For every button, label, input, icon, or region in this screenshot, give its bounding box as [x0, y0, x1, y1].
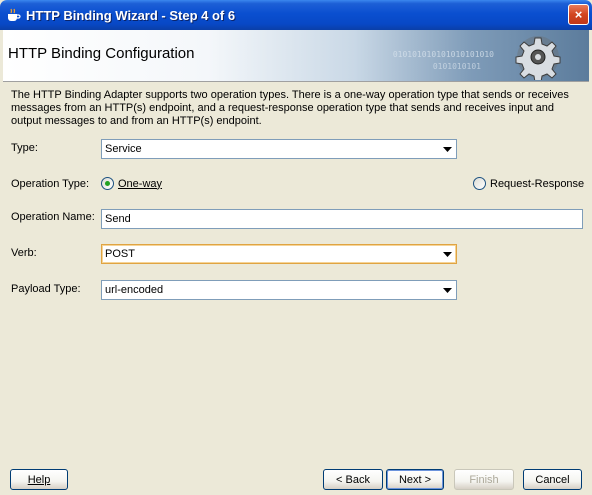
payload-type-label: Payload Type:	[11, 283, 81, 295]
chevron-down-icon	[439, 140, 456, 158]
window-title: HTTP Binding Wizard - Step 4 of 6	[26, 7, 236, 23]
next-button-label: Next >	[398, 473, 432, 486]
request-response-radio-label: Request-Response	[490, 177, 585, 190]
payload-type-select-value: url-encoded	[105, 284, 164, 296]
operation-name-field[interactable]: Send	[101, 209, 583, 229]
help-button[interactable]: Help	[10, 469, 68, 490]
header-banner: HTTP Binding Configuration 0101010101010…	[3, 30, 589, 82]
form-panel: The HTTP Binding Adapter supports two op…	[3, 83, 589, 463]
binary-decoration-2: 0101010101	[432, 62, 481, 71]
title-bar: HTTP Binding Wizard - Step 4 of 6 ×	[0, 0, 592, 30]
verb-select-value: POST	[105, 248, 135, 260]
close-button[interactable]: ×	[568, 4, 589, 25]
close-icon: ×	[574, 7, 583, 22]
radio-indicator-selected	[101, 177, 114, 190]
operation-type-label: Operation Type:	[11, 178, 90, 190]
description-text: The HTTP Binding Adapter supports two op…	[11, 89, 569, 127]
radio-indicator	[473, 177, 486, 190]
help-button-label: Help	[27, 473, 51, 486]
verb-select[interactable]: POST	[101, 244, 457, 264]
chevron-down-icon	[439, 281, 456, 299]
cancel-button-label: Cancel	[535, 473, 570, 486]
type-select-value: Service	[105, 143, 142, 155]
cancel-button[interactable]: Cancel	[523, 469, 582, 490]
request-response-radio[interactable]: Request-Response	[473, 177, 584, 190]
next-button[interactable]: Next >	[386, 469, 444, 490]
back-button[interactable]: < Back	[323, 469, 383, 490]
type-select[interactable]: Service	[101, 139, 457, 159]
finish-button-label: Finish	[469, 473, 499, 486]
chevron-down-icon	[439, 245, 456, 263]
verb-label: Verb:	[11, 247, 37, 259]
coffee-cup-icon	[8, 8, 21, 21]
one-way-radio[interactable]: One-way	[101, 177, 162, 190]
page-title: HTTP Binding Configuration	[8, 45, 195, 62]
operation-name-label: Operation Name:	[11, 211, 95, 223]
one-way-radio-label: One-way	[118, 177, 163, 190]
back-button-label: < Back	[336, 473, 370, 486]
type-label: Type:	[11, 142, 38, 154]
payload-type-select[interactable]: url-encoded	[101, 280, 457, 300]
gear-icon	[515, 36, 561, 80]
finish-button[interactable]: Finish	[454, 469, 514, 490]
binary-decoration: 010101010101010101010	[392, 50, 494, 59]
